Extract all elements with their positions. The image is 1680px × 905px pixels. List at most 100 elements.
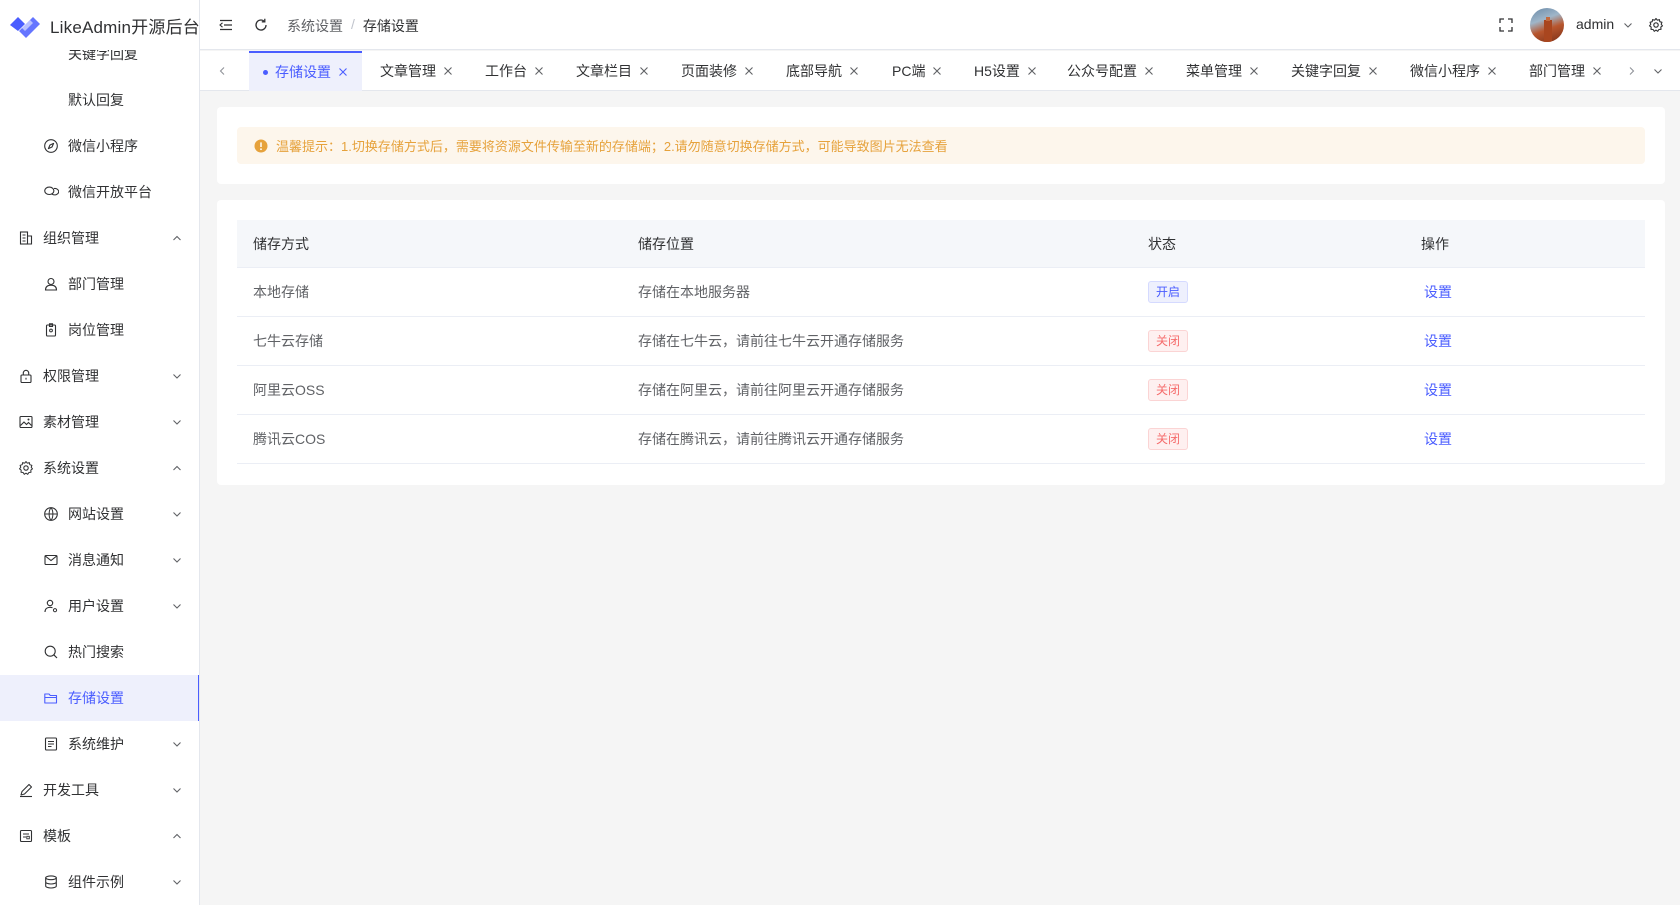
close-icon[interactable]	[534, 66, 544, 76]
tab-label: 部门管理	[1529, 63, 1585, 79]
tab-label: 页面装修	[681, 63, 737, 79]
app-logo-area[interactable]: LikeAdmin开源后台	[0, 0, 200, 50]
sidebar-item-user-settings[interactable]: 用户设置	[0, 583, 199, 629]
tab-label: 底部导航	[786, 63, 842, 79]
tab-bottom-nav[interactable]: 底部导航	[786, 51, 859, 91]
close-icon[interactable]	[1487, 66, 1497, 76]
tab-wechat-miniprogram[interactable]: 微信小程序	[1410, 51, 1497, 91]
sidebar-item-wechat-miniprogram[interactable]: 微信小程序	[0, 123, 199, 169]
settings-link[interactable]: 设置	[1424, 331, 1452, 351]
sidebar-item-system-settings[interactable]: 系统设置	[0, 445, 199, 491]
breadcrumb-current: 存储设置	[362, 18, 419, 34]
office-building-icon	[18, 230, 34, 246]
chevron-down-icon	[171, 508, 183, 520]
tab-keyword-reply[interactable]: 关键字回复	[1291, 51, 1378, 91]
tab-article-column[interactable]: 文章栏目	[576, 51, 649, 91]
close-icon[interactable]	[932, 66, 942, 76]
tab-department[interactable]: 部门管理	[1529, 51, 1602, 91]
refresh-icon[interactable]	[253, 17, 269, 33]
breadcrumb: 系统设置 / 存储设置	[287, 16, 419, 36]
sidebar-item-organization[interactable]: 组织管理	[0, 215, 199, 261]
settings-gear-icon[interactable]	[1648, 17, 1664, 33]
tab-menu-management[interactable]: 菜单管理	[1186, 51, 1259, 91]
sidebar-item-component-examples[interactable]: 组件示例	[0, 859, 199, 905]
chevron-left-icon[interactable]	[216, 65, 228, 77]
warning-icon	[254, 139, 268, 153]
picture-icon	[18, 414, 34, 430]
chevron-down-icon	[171, 554, 183, 566]
storage-location: 存储在七牛云，请前往七牛云开通存储服务	[638, 333, 904, 349]
column-header: 状态	[1148, 235, 1176, 252]
menu-fold-icon[interactable]	[218, 17, 234, 33]
close-icon[interactable]	[744, 66, 754, 76]
tab-h5-settings[interactable]: H5设置	[974, 51, 1037, 91]
storage-table-card: 储存方式 储存位置 状态 操作 本地存储 存储在本地服务器 开启 设置 七牛云存…	[217, 200, 1665, 485]
avatar[interactable]	[1530, 8, 1564, 42]
user-settings-icon	[43, 598, 59, 614]
badge-icon	[43, 322, 59, 338]
sidebar-item-post[interactable]: 岗位管理	[0, 307, 199, 353]
close-icon[interactable]	[1144, 66, 1154, 76]
compass-icon	[43, 138, 59, 154]
close-icon[interactable]	[338, 67, 348, 77]
column-header: 操作	[1421, 235, 1449, 252]
tab-label: 微信小程序	[1410, 63, 1480, 79]
app-title: LikeAdmin开源后台	[50, 17, 200, 37]
chevron-right-icon[interactable]	[1626, 65, 1638, 77]
close-icon[interactable]	[849, 66, 859, 76]
sidebar-item-permission[interactable]: 权限管理	[0, 353, 199, 399]
sidebar-item-hot-search[interactable]: 热门搜索	[0, 629, 199, 675]
warning-alert: 温馨提示：1.切换存储方式后，需要将资源文件传输至新的存储端；2.请勿随意切换存…	[237, 127, 1645, 164]
sidebar-item-department[interactable]: 部门管理	[0, 261, 199, 307]
sidebar-item-template[interactable]: 模板	[0, 813, 199, 859]
tab-official-account[interactable]: 公众号配置	[1067, 51, 1154, 91]
sidebar-item-notification[interactable]: 消息通知	[0, 537, 199, 583]
user-name[interactable]: admin	[1576, 16, 1614, 32]
tab-label: PC端	[892, 63, 926, 79]
breadcrumb-item[interactable]: 系统设置	[287, 16, 343, 36]
sidebar-item-label: 素材管理	[43, 414, 99, 430]
logo-icon	[10, 17, 40, 38]
sidebar-item-label: 用户设置	[68, 598, 124, 614]
chevron-down-icon	[171, 738, 183, 750]
fullscreen-icon[interactable]	[1498, 17, 1514, 33]
storage-method: 阿里云OSS	[253, 382, 325, 398]
close-icon[interactable]	[1592, 66, 1602, 76]
sidebar-item-material[interactable]: 素材管理	[0, 399, 199, 445]
alert-text: 温馨提示：1.切换存储方式后，需要将资源文件传输至新的存储端；2.请勿随意切换存…	[276, 139, 948, 154]
sidebar-item-storage-settings[interactable]: 存储设置	[0, 675, 199, 721]
table-header: 储存方式 储存位置 状态 操作	[237, 220, 1645, 268]
close-icon[interactable]	[639, 66, 649, 76]
chevron-down-icon[interactable]	[1652, 65, 1664, 77]
alert-card: 温馨提示：1.切换存储方式后，需要将资源文件传输至新的存储端；2.请勿随意切换存…	[217, 107, 1665, 184]
settings-link[interactable]: 设置	[1424, 380, 1452, 400]
tab-label: 菜单管理	[1186, 63, 1242, 79]
folder-icon	[43, 690, 59, 706]
sidebar-item-wechat-open-platform[interactable]: 微信开放平台	[0, 169, 199, 215]
sidebar-item-website-settings[interactable]: 网站设置	[0, 491, 199, 537]
table-row: 腾讯云COS 存储在腾讯云，请前往腾讯云开通存储服务 关闭 设置	[237, 415, 1645, 464]
sidebar-item-label: 热门搜索	[68, 644, 124, 660]
tab-page-decoration[interactable]: 页面装修	[681, 51, 754, 91]
sidebar-item-system-maintenance[interactable]: 系统维护	[0, 721, 199, 767]
chevron-down-icon[interactable]	[1622, 19, 1634, 31]
settings-link[interactable]: 设置	[1424, 282, 1452, 302]
tab-pc[interactable]: PC端	[892, 51, 942, 91]
close-icon[interactable]	[443, 66, 453, 76]
tab-article-management[interactable]: 文章管理	[380, 51, 453, 91]
table-row: 阿里云OSS 存储在阿里云，请前往阿里云开通存储服务 关闭 设置	[237, 366, 1645, 415]
chevron-down-icon	[171, 416, 183, 428]
sidebar-item-label: 微信开放平台	[68, 184, 152, 200]
chevron-up-icon	[171, 830, 183, 842]
close-icon[interactable]	[1249, 66, 1259, 76]
settings-link[interactable]: 设置	[1424, 429, 1452, 449]
tab-workbench[interactable]: 工作台	[485, 51, 544, 91]
sidebar-item-dev-tools[interactable]: 开发工具	[0, 767, 199, 813]
sidebar-item-label: 组织管理	[43, 230, 99, 246]
close-icon[interactable]	[1027, 66, 1037, 76]
sidebar-item-default-reply[interactable]: 默认回复	[0, 77, 199, 123]
status-badge: 关闭	[1148, 428, 1189, 450]
sidebar-item-label: 系统维护	[68, 736, 124, 752]
close-icon[interactable]	[1368, 66, 1378, 76]
tab-storage-settings[interactable]: 存储设置	[249, 51, 362, 91]
